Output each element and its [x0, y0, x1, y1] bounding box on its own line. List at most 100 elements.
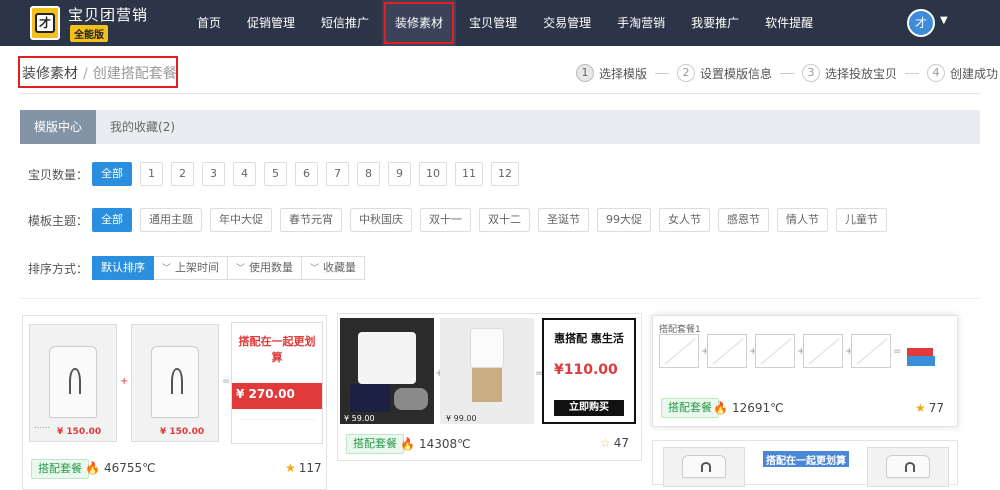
flame-icon: 🔥	[713, 401, 728, 415]
sort-option[interactable]: ﹀ 使用数量	[228, 256, 303, 280]
promo-title: 搭配在一起更划算	[238, 335, 316, 364]
theme-option[interactable]: 双十二	[479, 208, 530, 232]
count-option[interactable]: 2	[171, 162, 194, 186]
buy-now-button[interactable]: 立即购买	[554, 400, 624, 416]
card-favorites[interactable]: ★ 77	[915, 401, 944, 415]
item-price: ¥ 150.00	[57, 427, 102, 437]
nav-item[interactable]: 短信推广	[308, 0, 382, 46]
template-card[interactable]: …… + ¥ 150.00 ¥ 150.00 = 搭配在一起更划算 ¥ 270.…	[22, 315, 327, 490]
nav-item[interactable]: 软件提醒	[752, 0, 826, 46]
sort-option-label: 上架时间	[175, 261, 220, 274]
app-brand: 宝贝团营销	[68, 6, 149, 24]
theme-option[interactable]: 春节元宵	[280, 208, 342, 232]
filter-label: 排序方式：	[28, 261, 89, 276]
chevron-down-icon: ﹀	[162, 264, 172, 274]
filter-label: 宝贝数量：	[28, 167, 89, 182]
template-card[interactable]: 搭配在一起更划算	[652, 440, 958, 487]
tab-my-favorites[interactable]: 我的收藏(2)	[96, 110, 189, 144]
theme-options: 全部 通用主题 年中大促 春节元宵 中秋国庆 双十一 双十二 圣诞节 99大促 女人节 感恩节 情人节…	[92, 208, 895, 232]
count-option[interactable]: 6	[295, 162, 318, 186]
card-heat: 🔥 14308℃	[400, 437, 471, 451]
count-option[interactable]: 全部	[92, 162, 132, 186]
product-image: ¥ 59.00	[340, 318, 434, 424]
breadcrumb: 装修素材 / 创建搭配套餐	[22, 63, 177, 83]
card-favorites[interactable]: ★ 117	[285, 461, 322, 475]
top-navbar: 才 宝贝团营销 全能版 首页 促销管理 短信推广 装修素材 宝贝管理 交易管理 手淘营销 我要…	[0, 0, 1000, 46]
sort-option-label: 收藏量	[323, 261, 357, 274]
count-option[interactable]: 8	[357, 162, 380, 186]
theme-option[interactable]: 情人节	[777, 208, 828, 232]
theme-option[interactable]: 中秋国庆	[350, 208, 412, 232]
item-price: ¥ 99.00	[446, 414, 477, 423]
card-tag: 搭配套餐	[346, 434, 404, 454]
step-connector	[780, 72, 795, 74]
breadcrumb-parent[interactable]: 装修素材	[22, 66, 78, 82]
sort-option[interactable]: ﹀ 上架时间	[154, 256, 229, 280]
sort-option[interactable]: ﹀ 收藏量	[302, 256, 366, 280]
step-number: 3	[802, 64, 821, 82]
card-heat: 🔥 46755℃	[85, 461, 156, 475]
product-image: ……	[29, 324, 117, 442]
count-option[interactable]: 9	[388, 162, 411, 186]
template-card[interactable]: ¥ 59.00 + ¥ 99.00 = 惠搭配 惠生活 ¥110.00 立即购买…	[337, 313, 642, 461]
theme-option[interactable]: 99大促	[597, 208, 651, 232]
logo-glyph: 才	[35, 13, 55, 33]
theme-option[interactable]: 儿童节	[836, 208, 887, 232]
step-indicator: 1 选择模版 2 设置模版信息 3 选择投放宝贝 4 创建成功	[576, 64, 998, 82]
nav-item[interactable]: 宝贝管理	[456, 0, 530, 46]
card-tag: 搭配套餐	[31, 459, 89, 479]
item-price: ¥ 150.00	[160, 427, 205, 437]
count-option[interactable]: 7	[326, 162, 349, 186]
step-label: 选择模版	[599, 66, 648, 81]
count-option[interactable]: 3	[202, 162, 225, 186]
sort-option-label: 使用数量	[249, 261, 294, 274]
count-option[interactable]: 12	[491, 162, 519, 186]
user-avatar[interactable]: 才	[907, 9, 935, 37]
theme-option[interactable]: 全部	[92, 208, 132, 232]
star-outline-icon: ☆	[600, 436, 611, 450]
count-option[interactable]: 1	[140, 162, 163, 186]
theme-option[interactable]: 感恩节	[718, 208, 769, 232]
nav-item[interactable]: 交易管理	[530, 0, 604, 46]
step-connector	[655, 72, 670, 74]
count-option[interactable]: 10	[419, 162, 447, 186]
step-connector	[905, 72, 920, 74]
chevron-down-icon: ﹀	[310, 264, 320, 274]
step-label: 设置模版信息	[700, 66, 773, 81]
theme-option[interactable]: 女人节	[659, 208, 710, 232]
sort-option-label: 默认排序	[101, 261, 145, 274]
sort-option[interactable]: 默认排序	[92, 256, 154, 280]
breadcrumb-separator: /	[83, 66, 88, 82]
nav-item[interactable]: 促销管理	[234, 0, 308, 46]
app-logo[interactable]: 才	[30, 6, 60, 40]
nav-item[interactable]: 我要推广	[678, 0, 752, 46]
filter-row-theme: 模板主题： 全部 通用主题 年中大促 春节元宵 中秋国庆 双十一 双十二 圣诞节 99大促 女人节…	[28, 208, 895, 232]
chevron-down-icon[interactable]: ▼	[940, 15, 948, 26]
promo-title: 搭配在一起更划算	[766, 456, 846, 467]
count-option[interactable]: 11	[455, 162, 483, 186]
sort-options: 默认排序 ﹀ 上架时间 ﹀ 使用数量 ﹀ 收藏量	[92, 256, 366, 280]
flame-icon: 🔥	[400, 437, 415, 451]
tab-template-center[interactable]: 模版中心	[20, 110, 97, 144]
card-favorites[interactable]: ☆ 47	[600, 436, 629, 450]
count-options: 全部 1 2 3 4 5 6 7 8 9 10 11 12	[92, 162, 527, 186]
theme-option[interactable]: 年中大促	[210, 208, 272, 232]
step-label: 创建成功	[950, 66, 999, 81]
promo-price: ¥110.00	[554, 362, 618, 378]
step-label: 选择投放宝贝	[825, 66, 898, 81]
product-image	[663, 447, 745, 487]
step-number: 2	[677, 64, 696, 82]
filter-row-count: 宝贝数量： 全部 1 2 3 4 5 6 7 8 9 10 11 12	[28, 162, 527, 186]
nav-item[interactable]: 首页	[184, 0, 234, 46]
theme-option[interactable]: 双十一	[420, 208, 471, 232]
count-option[interactable]: 4	[233, 162, 256, 186]
template-card[interactable]: 搭配套餐1 + + + + = 搭配套餐 🔥 12691℃ ★ 77	[652, 315, 958, 427]
theme-option[interactable]: 圣诞节	[538, 208, 589, 232]
nav-item[interactable]: 手淘营销	[604, 0, 678, 46]
theme-option[interactable]: 通用主题	[140, 208, 202, 232]
product-image	[867, 447, 949, 487]
flame-icon: 🔥	[85, 461, 100, 475]
filter-row-sort: 排序方式： 默认排序 ﹀ 上架时间 ﹀ 使用数量 ﹀ 收藏量	[28, 256, 366, 280]
nav-item[interactable]: 装修素材	[382, 0, 457, 46]
count-option[interactable]: 5	[264, 162, 287, 186]
